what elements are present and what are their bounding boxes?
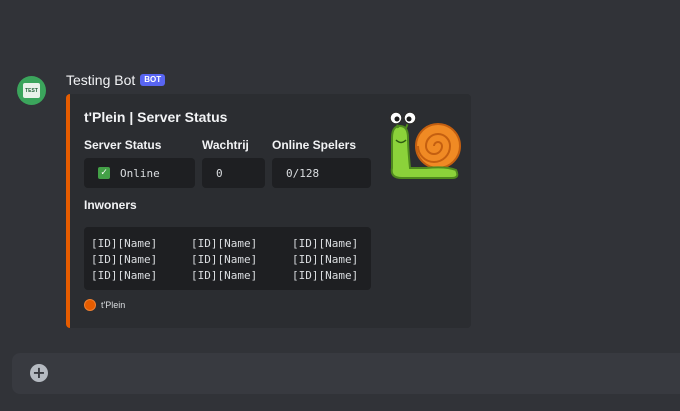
- embed-title: t'Plein | Server Status: [84, 109, 228, 125]
- field-value-online-spelers: 0/128: [272, 158, 371, 188]
- server-icon: [84, 299, 96, 311]
- inwoner-entry: [ID][Name]: [292, 237, 359, 250]
- check-mark-icon: ✓: [98, 167, 110, 179]
- field-name-wachtrij: Wachtrij: [202, 138, 249, 152]
- plus-circle-icon[interactable]: +: [30, 364, 48, 382]
- inwoner-entry: [ID][Name]: [91, 269, 158, 282]
- field-value-wachtrij: 0: [202, 158, 265, 188]
- field-value-server-status: ✓ Online: [84, 158, 195, 188]
- inwoners-list: [ID][Name] [ID][Name] [ID][Name] [ID][Na…: [84, 227, 371, 290]
- wachtrij-value: 0: [216, 166, 223, 180]
- field-name-server-status: Server Status: [84, 138, 162, 152]
- server-status-value: Online: [120, 166, 160, 180]
- bot-badge: BOT: [140, 74, 166, 86]
- embed-footer: t'Plein: [84, 299, 125, 311]
- avatar-image: TEST: [23, 83, 40, 98]
- inwoner-entry: [ID][Name]: [91, 237, 158, 250]
- inwoner-entry: [ID][Name]: [191, 253, 258, 266]
- bot-avatar[interactable]: TEST: [17, 76, 46, 105]
- field-name-online-spelers: Online Spelers: [272, 138, 357, 152]
- inwoner-entry: [ID][Name]: [91, 253, 158, 266]
- inwoner-entry: [ID][Name]: [191, 269, 258, 282]
- snail-icon[interactable]: [386, 108, 464, 183]
- message-header: Testing Bot BOT: [66, 71, 166, 89]
- field-name-inwoners: Inwoners: [84, 198, 137, 212]
- inwoner-entry: [ID][Name]: [292, 269, 359, 282]
- username[interactable]: Testing Bot: [66, 72, 135, 88]
- inwoner-entry: [ID][Name]: [191, 237, 258, 250]
- status-embed: t'Plein | Server Status Server Status Wa…: [66, 94, 471, 328]
- message-composer[interactable]: +: [12, 353, 680, 394]
- online-spelers-value: 0/128: [286, 166, 320, 180]
- discord-chat: TEST Testing Bot BOT t'Plein | Server St…: [0, 0, 680, 411]
- footer-text: t'Plein: [101, 300, 126, 310]
- inwoner-entry: [ID][Name]: [292, 253, 359, 266]
